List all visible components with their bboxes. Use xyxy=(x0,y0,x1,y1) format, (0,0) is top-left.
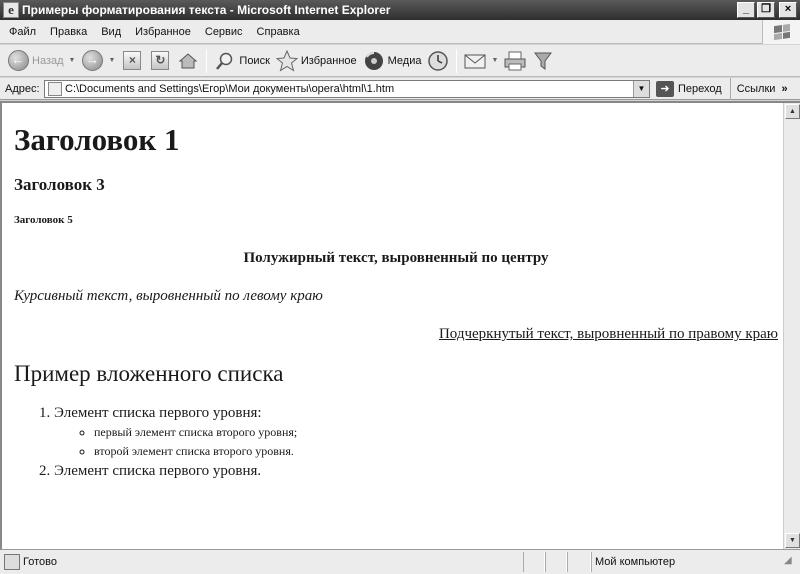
sublist-item: первый элемент списка второго уровня; xyxy=(94,423,778,442)
back-label: Назад xyxy=(32,54,64,67)
search-button[interactable]: Поиск xyxy=(211,47,272,75)
status-cell xyxy=(545,552,567,572)
content-area: Заголовок 1 Заголовок 3 Заголовок 5 Полу… xyxy=(0,101,800,549)
address-dropdown-icon[interactable]: ▼ xyxy=(633,80,649,97)
status-cell xyxy=(567,552,591,572)
menu-bar: Файл Правка Вид Избранное Сервис Справка xyxy=(0,19,800,44)
media-icon xyxy=(363,50,385,72)
left-italic-text: Курсивный текст, выровненный по левому к… xyxy=(14,288,323,304)
address-input[interactable]: C:\Documents and Settings\Егор\Мои докум… xyxy=(44,79,650,98)
maximize-button[interactable]: ❐ xyxy=(757,2,775,18)
heading-1: Заголовок 1 xyxy=(14,122,180,157)
centered-bold-text: Полужирный текст, выровненный по центру xyxy=(243,250,549,266)
security-zone: Мой компьютер xyxy=(591,552,784,572)
web-page: Заголовок 1 Заголовок 3 Заголовок 5 Полу… xyxy=(6,105,778,547)
status-cell xyxy=(523,552,545,572)
back-dropdown-icon[interactable]: ▼ xyxy=(69,57,76,64)
menu-edit[interactable]: Правка xyxy=(43,26,94,38)
search-icon xyxy=(214,50,236,72)
back-button[interactable]: ← Назад ▼ xyxy=(4,47,78,75)
address-bar: Адрес: C:\Documents and Settings\Егор\Мо… xyxy=(0,77,800,100)
vertical-scrollbar[interactable]: ▲ ▼ xyxy=(783,103,800,549)
history-button[interactable] xyxy=(424,47,452,75)
menu-tools[interactable]: Сервис xyxy=(198,26,250,38)
page-icon xyxy=(48,81,62,96)
mail-button[interactable]: ▼ xyxy=(461,47,501,75)
windows-logo-icon xyxy=(762,19,800,44)
home-icon xyxy=(177,50,199,72)
links-button[interactable]: Ссылки » xyxy=(729,77,788,100)
zone-text: Мой компьютер xyxy=(595,556,676,568)
go-arrow-icon: ➜ xyxy=(656,80,674,97)
toolbar: ← Назад ▼ → ▼ × ↻ Поиск Избранное Медиа xyxy=(0,45,800,77)
refresh-button[interactable]: ↻ xyxy=(146,47,174,75)
address-label: Адрес: xyxy=(5,82,40,95)
toolbar-separator xyxy=(456,48,458,73)
stop-icon: × xyxy=(121,50,143,72)
forward-button[interactable]: → ▼ xyxy=(78,47,118,75)
chevron-right-icon[interactable]: » xyxy=(781,83,787,95)
menu-help[interactable]: Справка xyxy=(250,26,307,38)
heading-2: Пример вложенного списка xyxy=(14,361,284,386)
stop-button[interactable]: × xyxy=(118,47,146,75)
print-button[interactable] xyxy=(501,47,529,75)
list-item: Элемент списка первого уровня. xyxy=(54,461,778,481)
sublist-item: второй элемент списка второго уровня. xyxy=(94,442,778,461)
back-arrow-icon: ← xyxy=(7,50,29,72)
nested-list: Элемент списка первого уровня: первый эл… xyxy=(14,403,778,481)
go-label: Переход xyxy=(678,82,722,95)
menu-file[interactable]: Файл xyxy=(0,26,43,38)
menu-favorites[interactable]: Избранное xyxy=(128,26,198,38)
heading-3: Заголовок 3 xyxy=(14,175,105,194)
messenger-icon xyxy=(532,50,554,72)
sublist: первый элемент списка второго уровня; вт… xyxy=(54,423,778,461)
media-label: Медиа xyxy=(387,54,422,67)
status-bar: Готово Мой компьютер ◢ xyxy=(0,549,800,574)
media-button[interactable]: Медиа xyxy=(360,47,425,75)
scroll-up-icon[interactable]: ▲ xyxy=(785,104,800,119)
scroll-down-icon[interactable]: ▼ xyxy=(785,533,800,548)
toolbar-separator xyxy=(206,48,208,73)
mail-dropdown-icon[interactable]: ▼ xyxy=(491,57,498,64)
minimize-button[interactable]: _ xyxy=(737,2,755,18)
print-icon xyxy=(504,50,526,72)
resize-grip-icon[interactable]: ◢ xyxy=(784,555,798,569)
status-text: Готово xyxy=(23,556,57,568)
ie-icon[interactable]: e xyxy=(3,2,19,18)
address-value[interactable]: C:\Documents and Settings\Егор\Мои докум… xyxy=(65,83,633,95)
messenger-button[interactable] xyxy=(529,47,557,75)
list-item-text: Элемент списка первого уровня: xyxy=(54,405,262,421)
links-label: Ссылки xyxy=(736,82,776,95)
page-status-icon xyxy=(4,554,20,570)
favorites-button[interactable]: Избранное xyxy=(273,47,360,75)
list-item: Элемент списка первого уровня: первый эл… xyxy=(54,403,778,461)
forward-arrow-icon: → xyxy=(81,50,103,72)
history-icon xyxy=(427,50,449,72)
star-icon xyxy=(275,49,298,72)
search-label: Поиск xyxy=(239,54,270,67)
mail-icon xyxy=(464,50,486,72)
title-bar: e Примеры форматирования текста - Micros… xyxy=(0,0,800,20)
menu-view[interactable]: Вид xyxy=(94,26,128,38)
window-title: Примеры форматирования текста - Microsof… xyxy=(22,3,391,17)
heading-5: Заголовок 5 xyxy=(14,214,73,226)
right-underlined-text: Подчеркнутый текст, выровненный по право… xyxy=(438,326,778,342)
home-button[interactable] xyxy=(174,47,202,75)
favorites-label: Избранное xyxy=(300,54,357,67)
close-button[interactable]: × xyxy=(779,2,797,18)
go-button[interactable]: ➜ Переход xyxy=(656,80,722,97)
forward-dropdown-icon[interactable]: ▼ xyxy=(108,57,115,64)
refresh-icon: ↻ xyxy=(149,50,171,72)
